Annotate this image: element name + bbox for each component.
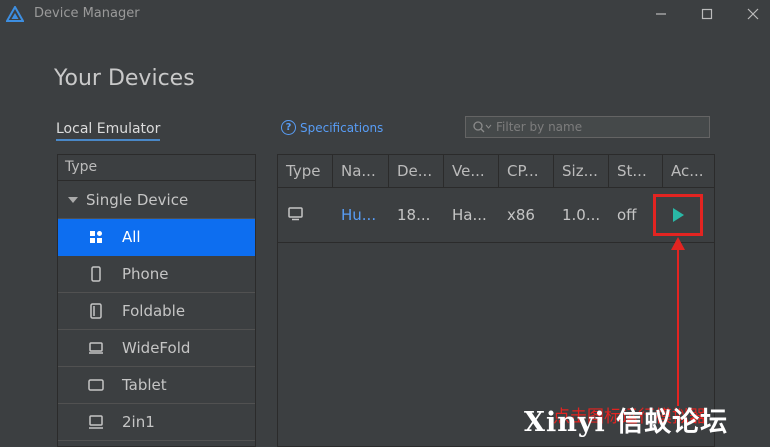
foldable-icon (88, 303, 104, 319)
row-device-cell: 18... (397, 206, 431, 224)
play-icon (673, 208, 684, 222)
specifications-link[interactable]: ? Specifications (281, 120, 383, 135)
sidebar-item-label: Foldable (122, 302, 186, 320)
group-label: Single Device (86, 190, 189, 209)
filter-box[interactable] (465, 116, 710, 138)
column-header-status[interactable]: St... (609, 155, 663, 187)
title-bar: Device Manager (0, 0, 770, 28)
expand-triangle-icon (68, 196, 78, 203)
row-type-cell (278, 188, 333, 242)
window-title: Device Manager (34, 6, 140, 21)
column-header-device[interactable]: De... (389, 155, 444, 187)
watermark-text: Xinyi 信蚁论坛 (524, 407, 729, 438)
table-row[interactable]: Hu... 18... Ha... x86 1.0... off (278, 188, 714, 243)
page-title: Your Devices (54, 66, 195, 91)
type-header: Type (58, 155, 255, 181)
column-header-type[interactable]: Type (278, 155, 333, 187)
column-header-cpu[interactable]: CP... (499, 155, 554, 187)
close-button[interactable] (742, 4, 764, 24)
sidebar-item-foldable[interactable]: Foldable (58, 293, 255, 330)
column-header-actions[interactable]: Ac... (663, 155, 714, 187)
column-header-name[interactable]: Na... (333, 155, 389, 187)
row-version-cell: Ha... (452, 206, 487, 224)
sidebar-item-2in1[interactable]: 2in1 (58, 404, 255, 441)
phone-icon (88, 266, 104, 282)
sidebar-item-phone[interactable]: Phone (58, 256, 255, 293)
single-device-group[interactable]: Single Device (58, 181, 255, 219)
sidebar-item-label: 2in1 (122, 413, 155, 431)
column-header-version[interactable]: Ve... (444, 155, 499, 187)
tablet-icon (88, 377, 104, 393)
laptop-icon (88, 414, 104, 430)
run-emulator-button[interactable] (653, 194, 703, 236)
minimize-button[interactable] (650, 4, 672, 24)
sidebar-item-widefold[interactable]: WideFold (58, 330, 255, 367)
maximize-button[interactable] (696, 4, 718, 24)
help-icon: ? (281, 120, 296, 135)
widefold-icon (88, 340, 104, 356)
row-name-cell[interactable]: Hu... (333, 188, 389, 242)
row-cpu-cell: x86 (507, 206, 535, 224)
monitor-icon (288, 207, 303, 221)
device-type-panel: Type Single Device All Phone Foldable Wi… (57, 154, 256, 447)
sidebar-item-label: WideFold (122, 339, 191, 357)
row-size-cell: 1.0... (562, 206, 601, 224)
search-icon (473, 121, 492, 133)
column-header-size[interactable]: Siz... (554, 155, 609, 187)
table-header: Type Na... De... Ve... CP... Siz... St..… (278, 155, 714, 188)
sidebar-item-label: All (122, 228, 141, 246)
grid-icon (88, 229, 104, 245)
triangle-logo-icon (6, 6, 24, 22)
filter-input[interactable] (496, 119, 701, 135)
sidebar-item-label: Tablet (122, 376, 167, 394)
specifications-label: Specifications (300, 120, 384, 135)
sidebar-item-all[interactable]: All (58, 219, 255, 256)
sidebar-item-tablet[interactable]: Tablet (58, 367, 255, 404)
tab-local-emulator[interactable]: Local Emulator (56, 121, 161, 141)
annotation-arrow (671, 237, 685, 406)
close-icon (747, 8, 759, 20)
maximize-icon (701, 8, 713, 20)
sidebar-item-label: Phone (122, 265, 169, 283)
minimize-icon (656, 13, 666, 15)
